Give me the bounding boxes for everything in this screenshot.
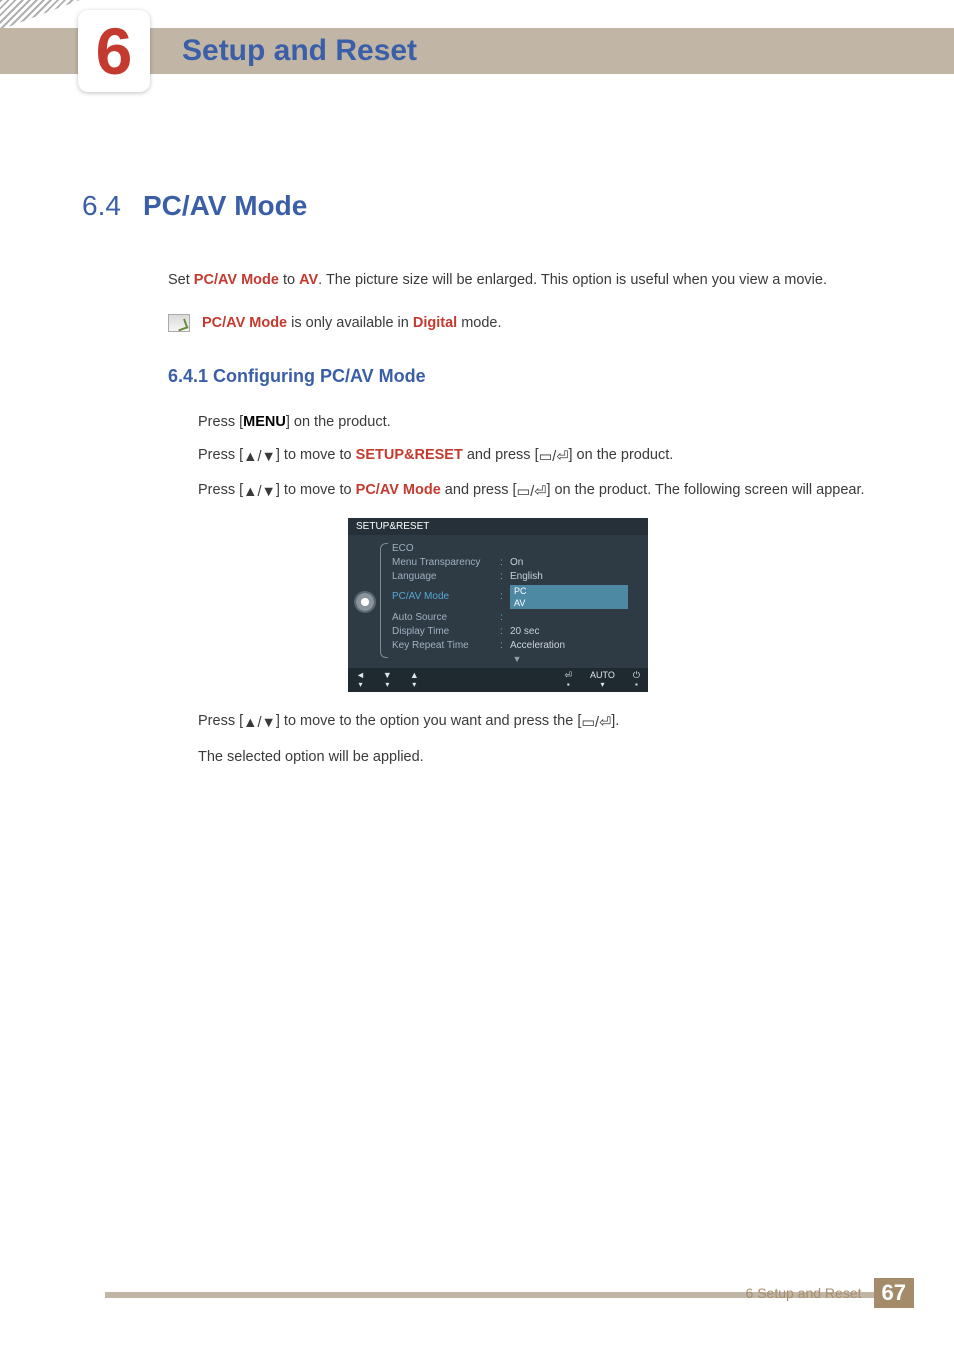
section-heading: 6.4 PC/AV Mode: [82, 190, 914, 222]
intro-paragraph: Set PC/AV Mode to AV. The picture size w…: [168, 270, 914, 292]
osd-row-display-time: Display Time : 20 sec: [386, 624, 648, 638]
osd-row-auto-source: Auto Source :: [386, 610, 648, 624]
chapter-badge: 6: [78, 10, 150, 92]
osd-row-menu-transparency: Menu Transparency : On: [386, 555, 648, 569]
osd-enter-icon: ⏎▪: [564, 671, 572, 689]
step-1: Press [MENU] on the product.: [198, 411, 914, 434]
osd-power-icon: ⏻▪: [633, 671, 640, 689]
osd-row-pcav-mode: PC/AV Mode : PC AV: [386, 583, 648, 610]
osd-row-eco: ECO: [386, 541, 648, 555]
page-content: 6.4 PC/AV Mode Set PC/AV Mode to AV. The…: [82, 190, 914, 779]
page-number: 67: [874, 1278, 914, 1308]
osd-footer: ◄▾ ▼▾ ▲▾ ⏎▪ AUTO▾ ⏻▪: [348, 668, 648, 692]
osd-bracket: [380, 543, 388, 658]
up-down-icon: ▲/▼: [243, 446, 276, 469]
section-number: 6.4: [82, 190, 121, 222]
osd-nav-up-icon: ▲▾: [410, 671, 419, 689]
enter-source-icon: ▭/⏎: [581, 712, 611, 735]
osd-nav-left-icon: ◄▾: [356, 671, 365, 689]
chapter-title: Setup and Reset: [182, 34, 417, 68]
osd-category-icon: [348, 535, 382, 668]
chapter-number: 6: [96, 18, 133, 84]
page-footer: 6 Setup and Reset 67: [746, 1278, 914, 1308]
section-title: PC/AV Mode: [143, 190, 307, 222]
note-text: PC/AV Mode is only available in Digital …: [202, 315, 502, 331]
osd-option-av: AV: [510, 597, 628, 609]
up-down-icon: ▲/▼: [243, 712, 276, 735]
footer-chapter-label: 6 Setup and Reset: [746, 1285, 862, 1301]
osd-menu-list: ECO Menu Transparency : On Language : En…: [382, 535, 648, 668]
corner-hatch: [0, 0, 80, 30]
osd-more-arrow: ▼: [386, 654, 648, 664]
step-3: Press [▲/▼] to move to PC/AV Mode and pr…: [198, 479, 914, 504]
note-row: PC/AV Mode is only available in Digital …: [168, 314, 914, 332]
note-icon: [168, 314, 190, 332]
osd-auto-label: AUTO▾: [590, 671, 615, 689]
osd-screenshot: SETUP&RESET ECO Menu Transparency : On L…: [348, 518, 648, 692]
gear-icon: [356, 593, 374, 611]
osd-row-key-repeat: Key Repeat Time : Acceleration: [386, 638, 648, 652]
step-4: Press [▲/▼] to move to the option you wa…: [198, 710, 914, 735]
step-2: Press [▲/▼] to move to SETUP&RESET and p…: [198, 444, 914, 469]
osd-row-language: Language : English: [386, 569, 648, 583]
up-down-icon: ▲/▼: [243, 481, 276, 504]
step-5: The selected option will be applied.: [198, 746, 914, 769]
osd-title: SETUP&RESET: [348, 518, 648, 535]
osd-option-pc: PC: [510, 585, 628, 597]
enter-source-icon: ▭/⏎: [517, 481, 547, 504]
enter-source-icon: ▭/⏎: [539, 446, 569, 469]
osd-nav-down-icon: ▼▾: [383, 671, 392, 689]
subsection-heading: 6.4.1 Configuring PC/AV Mode: [168, 366, 914, 387]
